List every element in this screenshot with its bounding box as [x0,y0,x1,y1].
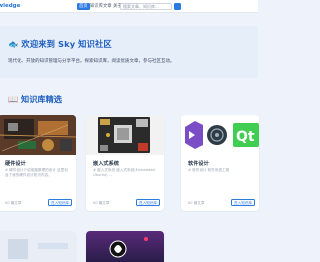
card-title: 硬件设计 [5,161,26,167]
kb-card-hardware[interactable]: 硬件设计 # 硬件设计介绍电路原理的设计 这里包含了我的硬件设计知识内容。 00… [0,115,76,211]
top-navbar: wledge 首页 知识库 文章 关于 搜索文章、知识库... [0,0,258,13]
unreal-image [86,231,164,262]
round-tech-icon [207,125,227,145]
card-description: # 硬件设计介绍电路原理的设计 这里包含了我的硬件设计知识内容。 [5,168,68,177]
enter-kb-button[interactable]: 进入知识库 [231,199,255,206]
kb-card-software[interactable]: Qt 软件设计 # 软件设计 软件系统工程 00 篇文章 进入知识库 [181,115,259,211]
enter-kb-button[interactable]: 进入知识库 [136,199,160,206]
search-button[interactable] [174,3,181,10]
brand-logo[interactable]: wledge [0,3,20,9]
kb-card-bottom-1[interactable] [0,231,76,262]
card-title: 软件设计 [188,161,209,167]
hero-banner: 🐟 欢迎来到 Sky 知识社区 现代化、开放的知识管理与分享平台。探索知识库，阅… [0,26,258,78]
kb-card-bottom-2[interactable] [86,231,164,262]
card-image [0,231,76,262]
enter-kb-button[interactable]: 进入知识库 [48,199,72,206]
qt-icon: Qt [233,123,259,147]
hero-subtitle: 现代化、开放的知识管理与分享平台。探索知识库，阅读优质文章，参与社区互动。 [8,59,175,64]
kb-card-embedded[interactable]: 嵌入式系统 # 嵌入式系统 嵌入式系统(Embedded Ubuntu) ...… [86,115,164,211]
card-article-count: 00 篇文章 [5,201,22,205]
embedded-board-image [86,115,164,155]
search-input[interactable]: 搜索文章、知识库... [120,3,172,10]
card-article-count: 00 篇文章 [93,201,110,205]
software-logos-image: Qt [181,115,259,155]
card-article-count: 00 篇文章 [188,201,205,205]
hero-title: 🐟 欢迎来到 Sky 知识社区 [8,39,112,49]
card-title: 嵌入式系统 [93,161,119,167]
section-title: 📖 知识库精选 [8,94,62,104]
hardware-image [0,115,76,155]
card-description: # 软件设计 软件系统工程 [188,168,230,172]
card-description: # 嵌入式系统 嵌入式系统(Embedded Ubuntu) ... [93,168,155,177]
svg-text:Qt: Qt [236,129,255,145]
